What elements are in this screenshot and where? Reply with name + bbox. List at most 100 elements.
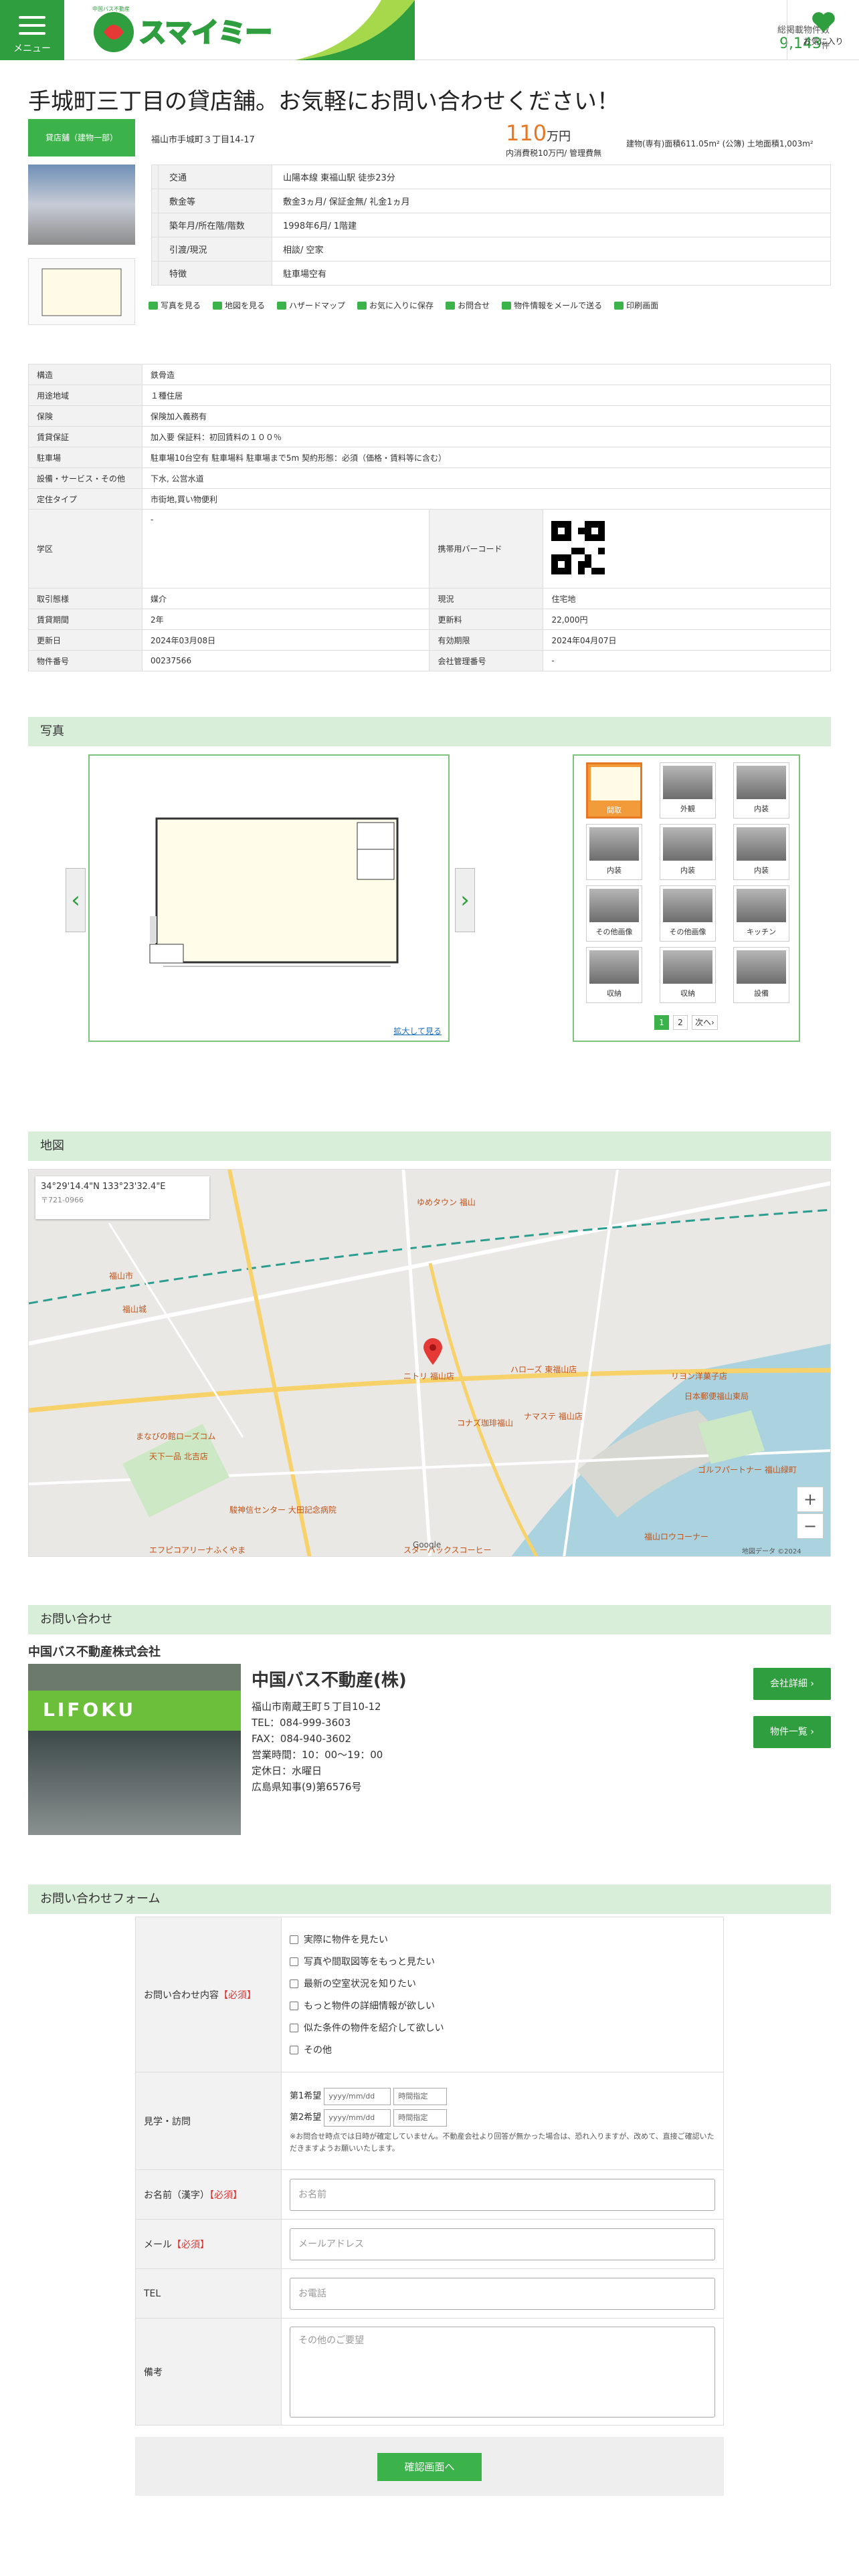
gallery-next-button[interactable]: › — [455, 868, 475, 932]
q-label: お問い合わせ内容 — [144, 1990, 219, 2001]
detail-key: 取引態様 — [28, 588, 142, 609]
photo-thumb[interactable]: 外観 — [660, 762, 716, 819]
checkbox[interactable] — [290, 1935, 298, 1944]
photo-thumb[interactable]: 内装 — [733, 824, 789, 880]
summary-spacer — [151, 213, 159, 237]
name-input[interactable]: お名前 — [290, 2178, 715, 2211]
inquiry-option[interactable]: 似た条件の物件を紹介して欲しい — [290, 2017, 715, 2039]
photo-thumb[interactable]: 内装 — [660, 824, 716, 880]
thumb-image — [589, 889, 639, 922]
map-coord: 34°29'14.4"N 133°23'32.4"E — [41, 1182, 166, 1192]
tool-link-0[interactable]: 写真を見る — [149, 300, 201, 311]
confirm-button[interactable]: 確認画面へ — [377, 2453, 482, 2481]
detail-row: 用途地域 １種住居 — [28, 385, 831, 406]
photo-thumb[interactable]: その他画像 — [660, 885, 716, 942]
map-label: コナズ珈琲福山 — [457, 1418, 514, 1428]
inquiry-option[interactable]: 実際に物件を見たい — [290, 1929, 715, 1951]
tool-link-5[interactable]: 物件情報をメールで送る — [502, 300, 602, 311]
photo-thumb[interactable]: 収納 — [660, 947, 716, 1003]
detail-row: 保険 保険加入義務有 — [28, 405, 831, 427]
hazard-icon — [277, 301, 287, 310]
site-logo[interactable]: スマイミー 中国バス不動産 — [87, 4, 301, 58]
favorites-button[interactable]: お気に入り — [787, 0, 859, 60]
second-time-select[interactable]: 時間指定 — [393, 2109, 448, 2127]
photo-thumb[interactable]: 内装 — [586, 824, 642, 880]
second-date-input[interactable]: yyyy/mm/dd — [324, 2109, 391, 2127]
menu-button[interactable]: メニュー — [0, 0, 64, 60]
brand-small: 中国バス不動産 — [92, 5, 130, 12]
photo-thumb[interactable]: 間取 — [586, 762, 642, 819]
map-label: まなびの館ローズコム — [136, 1432, 216, 1441]
school-row: 学区 - 携帯用バーコード — [28, 509, 831, 588]
checkbox[interactable] — [290, 1979, 298, 1988]
inquiry-option[interactable]: その他 — [290, 2039, 715, 2061]
property-list-button[interactable]: 物件一覧 › — [753, 1716, 831, 1748]
map-label: ゴルフパートナー 福山緑町 — [698, 1465, 797, 1475]
checkbox[interactable] — [290, 2045, 298, 2054]
memo-textarea[interactable]: その他のご要望 — [290, 2326, 715, 2418]
q-required: 【必須】 — [219, 1990, 256, 2001]
thumb-pagination: 1 2 次へ› — [654, 1015, 718, 1030]
detail-row: 構造 鉄骨造 — [28, 364, 831, 385]
barcode-cell — [543, 509, 831, 588]
detail-key: 駐車場 — [28, 447, 142, 468]
gallery-prev-button[interactable]: ‹ — [66, 868, 86, 932]
tool-link-4[interactable]: お問合せ — [446, 300, 490, 311]
detail-value: 2年 — [141, 609, 430, 630]
inquiry-option[interactable]: 最新の空室状況を知りたい — [290, 1973, 715, 1995]
main-photo-viewer: 拡大して見る — [88, 754, 450, 1042]
inquiry-option[interactable]: 写真や間取図等をもっと見たい — [290, 1951, 715, 1973]
first-time-select[interactable]: 時間指定 — [393, 2087, 448, 2105]
tel-input[interactable]: お電話 — [290, 2277, 715, 2310]
summary-value: 1998年6月/ 1階建 — [272, 213, 831, 237]
first-choice-label: 第1希望 — [290, 2090, 322, 2101]
q-label-cell: お問い合わせ内容【必須】 — [135, 1917, 282, 2072]
summary-row: 敷金等 敷金3ヵ月/ 保証金無/ 礼金1ヵ月 — [151, 189, 831, 213]
google-attribution: Google — [413, 1540, 442, 1549]
school-key: 学区 — [28, 509, 142, 588]
exterior-photo[interactable] — [28, 165, 135, 245]
zoom-out-button[interactable]: − — [797, 1513, 824, 1539]
store-photo: LIFOKU — [28, 1664, 241, 1835]
summary-value: 相談/ 空家 — [272, 237, 831, 261]
tool-link-6[interactable]: 印刷画面 — [614, 300, 658, 311]
zoom-in-button[interactable]: + — [797, 1487, 824, 1512]
mail-label-cell: メール【必須】 — [135, 2219, 282, 2269]
inquiry-option[interactable]: もっと物件の詳細情報が欲しい — [290, 1995, 715, 2017]
map-embed[interactable]: ゆめタウン 福山 福山城 福山市 ニトリ 福山店 ハローズ 東福山店 リヨン洋菓子店 日本郵… — [28, 1169, 831, 1557]
page-link[interactable]: 1 — [654, 1015, 669, 1030]
email-input[interactable]: メールアドレス — [290, 2228, 715, 2260]
summary-value: 敷金3ヵ月/ 保証金無/ 礼金1ヵ月 — [272, 189, 831, 213]
map-label: ナマステ 福山店 — [524, 1412, 583, 1421]
page-link[interactable]: 次へ› — [692, 1015, 718, 1030]
map-postal: 〒721-0966 — [41, 1196, 84, 1204]
map-label: ゆめタウン 福山 — [417, 1198, 476, 1207]
photo-thumb[interactable]: その他画像 — [586, 885, 642, 942]
option-label: その他 — [304, 2045, 332, 2056]
photo-thumb[interactable]: キッチン — [733, 885, 789, 942]
zoom-link[interactable]: 拡大して見る — [393, 1025, 442, 1037]
company-fax: FAX：084-940-3602 — [252, 1733, 352, 1745]
checkbox[interactable] — [290, 2001, 298, 2010]
photo-thumb[interactable]: 収納 — [586, 947, 642, 1003]
tool-label: 地図を見る — [225, 301, 266, 310]
brand-name: スマイミー — [139, 17, 272, 48]
thumb-label: その他画像 — [595, 928, 633, 936]
company-address: 福山市南蔵王町５丁目10-12 — [252, 1701, 381, 1713]
detail-key: 構造 — [28, 364, 142, 385]
visit-label: 見学・訪問 — [135, 2072, 282, 2170]
photo-thumb[interactable]: 設備 — [733, 947, 789, 1003]
tool-link-2[interactable]: ハザードマップ — [277, 300, 345, 311]
company-detail-button[interactable]: 会社詳細 › — [753, 1668, 831, 1700]
thumb-image — [663, 950, 712, 984]
page-link[interactable]: 2 — [673, 1015, 688, 1030]
tool-link-1[interactable]: 地図を見る — [213, 300, 265, 311]
summary-row: 引渡/現況 相談/ 空家 — [151, 237, 831, 261]
checkbox[interactable] — [290, 1957, 298, 1966]
photo-thumb[interactable]: 内装 — [733, 762, 789, 819]
floorplan-thumb[interactable] — [28, 258, 135, 325]
first-date-input[interactable]: yyyy/mm/dd — [324, 2087, 391, 2105]
checkbox[interactable] — [290, 2023, 298, 2032]
section-map: 地図 — [28, 1132, 831, 1161]
tool-link-3[interactable]: お気に入りに保存 — [357, 300, 434, 311]
